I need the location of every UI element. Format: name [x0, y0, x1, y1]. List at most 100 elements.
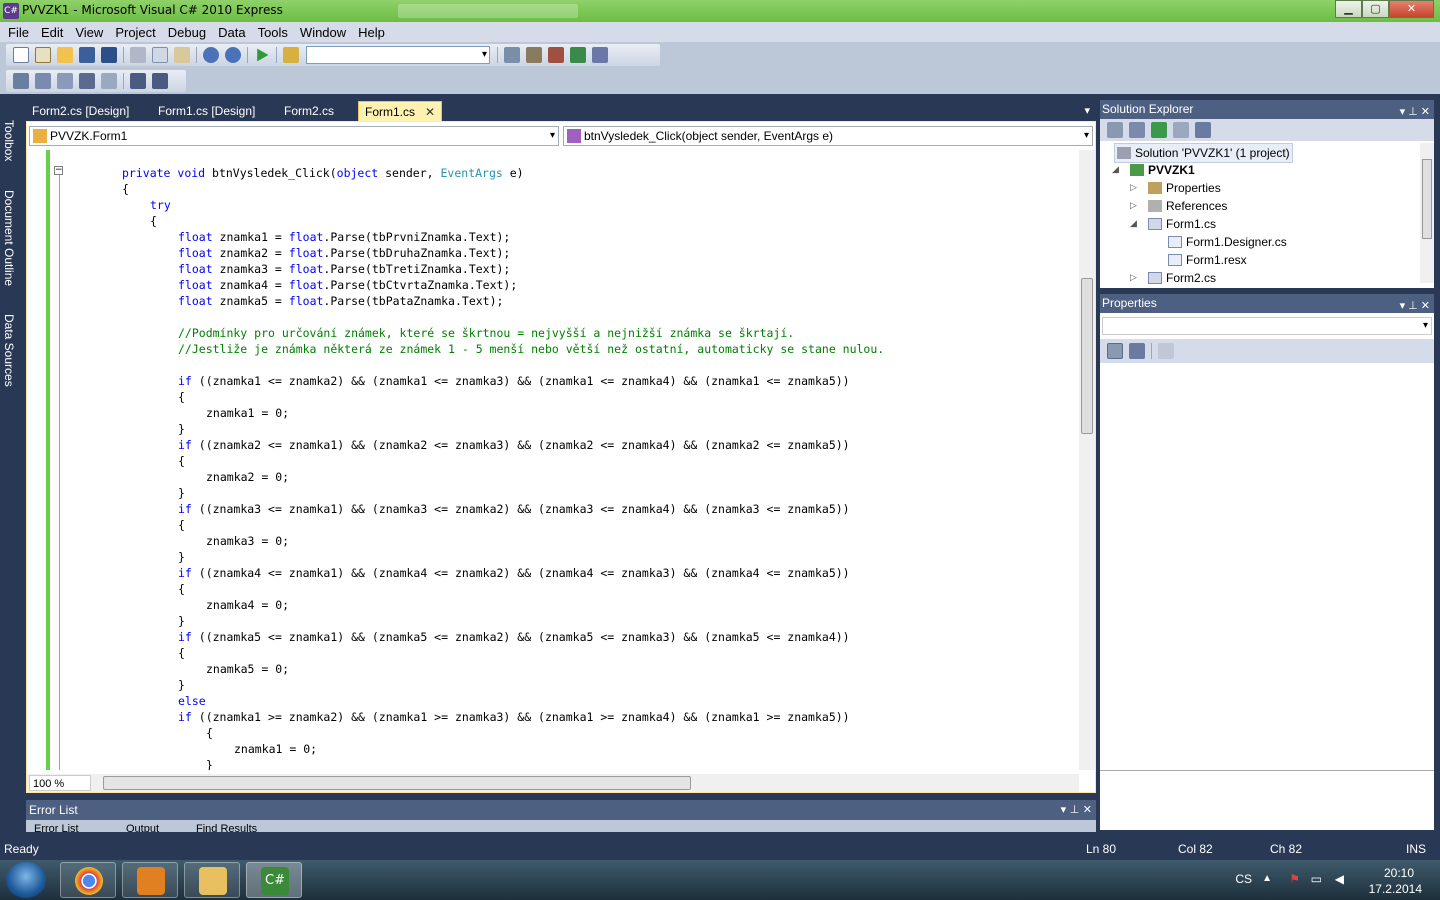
pane-buttons[interactable]: ▾ ⊥ ✕ — [1400, 103, 1430, 122]
toolbox-icon[interactable] — [548, 47, 564, 63]
categorized-icon[interactable] — [1107, 343, 1123, 359]
menu-edit[interactable]: Edit — [35, 25, 69, 40]
menu-debug[interactable]: Debug — [162, 25, 212, 40]
code-line[interactable]: private void btnVysledek_Click(object se… — [122, 165, 524, 181]
toolbox-tab[interactable]: Toolbox — [2, 120, 16, 161]
find-combo[interactable] — [306, 46, 490, 64]
code-line[interactable]: //Podmínky pro určování známek, které se… — [178, 325, 794, 341]
pane-buttons[interactable]: ▾ ⊥ ✕ — [1061, 803, 1092, 816]
tab-form2-design[interactable]: Form2.cs [Design] — [26, 101, 135, 121]
code-line[interactable]: } — [178, 549, 185, 565]
view-designer-icon[interactable] — [1195, 122, 1211, 138]
undo-icon[interactable] — [203, 47, 219, 63]
tree-node-form1[interactable]: Form1.cs — [1148, 215, 1216, 233]
code-line[interactable]: //Jestliže je známka některá ze známek 1… — [178, 341, 884, 357]
solution-explorer-icon[interactable] — [504, 47, 520, 63]
tab-find-results[interactable]: Find Results — [196, 820, 257, 832]
menu-help[interactable]: Help — [352, 25, 391, 40]
action-center-icon[interactable]: ⚑ — [1289, 872, 1300, 886]
code-line[interactable]: { — [178, 645, 185, 661]
menu-view[interactable]: View — [69, 25, 109, 40]
properties-icon[interactable] — [1129, 122, 1145, 138]
minimize-button[interactable]: ▁ — [1335, 0, 1362, 18]
extension-manager-icon[interactable] — [592, 47, 608, 63]
tree-node-properties[interactable]: Properties — [1148, 179, 1221, 197]
collapsed-triangle-icon[interactable]: ▷ — [1130, 183, 1137, 193]
parameter-info-icon[interactable] — [35, 73, 51, 89]
taskbar-visual-csharp[interactable]: C# — [246, 862, 302, 898]
clock-time[interactable]: 20:10 — [1384, 866, 1414, 880]
taskbar-chrome[interactable] — [60, 862, 116, 898]
code-line[interactable]: znamka1 = 0; — [234, 741, 317, 757]
menu-file[interactable]: File — [2, 25, 35, 40]
scroll-thumb[interactable] — [1081, 278, 1093, 434]
alphabetical-icon[interactable] — [1129, 343, 1145, 359]
code-line[interactable]: znamka2 = 0; — [206, 469, 289, 485]
language-indicator[interactable]: CS — [1235, 872, 1252, 886]
code-line[interactable]: float znamka2 = float.Parse(tbDruhaZnamk… — [178, 245, 510, 261]
close-button[interactable]: ✕ — [1389, 0, 1434, 18]
code-line[interactable]: { — [150, 213, 157, 229]
scroll-thumb[interactable] — [1422, 159, 1432, 239]
uncomment-lines-icon[interactable] — [152, 73, 168, 89]
code-line[interactable]: float znamka3 = float.Parse(tbTretiZnamk… — [178, 261, 510, 277]
code-line[interactable]: znamka3 = 0; — [206, 533, 289, 549]
network-icon[interactable]: ▭ — [1311, 872, 1322, 886]
start-debugging-icon[interactable] — [257, 48, 269, 62]
clock-date[interactable]: 17.2.2014 — [1369, 882, 1422, 896]
taskbar-media-player[interactable] — [122, 862, 178, 898]
taskbar-explorer[interactable] — [184, 862, 240, 898]
code-line[interactable]: znamka5 = 0; — [206, 661, 289, 677]
tab-form1-design[interactable]: Form1.cs [Design] — [152, 101, 261, 121]
menu-tools[interactable]: Tools — [252, 25, 294, 40]
code-line[interactable]: float znamka5 = float.Parse(tbPataZnamka… — [178, 293, 503, 309]
view-code-icon[interactable] — [1173, 122, 1189, 138]
start-page-icon[interactable] — [570, 47, 586, 63]
vertical-scrollbar[interactable] — [1079, 150, 1095, 770]
redo-icon[interactable] — [225, 47, 241, 63]
tab-form1-cs[interactable]: Form1.cs ✕ — [358, 101, 443, 121]
code-line[interactable]: { — [178, 581, 185, 597]
menu-window[interactable]: Window — [294, 25, 352, 40]
code-area[interactable]: − private void btnVysledek_Click(object … — [27, 150, 1079, 770]
add-item-icon[interactable] — [35, 47, 51, 63]
start-button[interactable] — [6, 862, 46, 898]
code-line[interactable]: { — [206, 725, 213, 741]
find-in-files-icon[interactable] — [283, 47, 299, 63]
code-line[interactable]: { — [178, 389, 185, 405]
refresh-icon[interactable] — [1151, 122, 1167, 138]
tab-form2-cs[interactable]: Form2.cs — [278, 101, 340, 121]
code-line[interactable]: else — [178, 693, 206, 709]
pane-buttons[interactable]: ▾ ⊥ ✕ — [1400, 297, 1430, 316]
new-project-icon[interactable] — [13, 47, 29, 63]
tab-error-list[interactable]: Error List — [34, 820, 79, 832]
code-line[interactable]: { — [122, 181, 129, 197]
code-line[interactable]: } — [178, 677, 185, 693]
tree-node-form2[interactable]: Form2.cs — [1148, 269, 1216, 287]
code-line[interactable]: { — [178, 453, 185, 469]
menu-data[interactable]: Data — [212, 25, 251, 40]
copy-icon[interactable] — [152, 47, 168, 63]
data-sources-tab[interactable]: Data Sources — [2, 314, 16, 387]
save-icon[interactable] — [79, 47, 95, 63]
code-line[interactable]: if ((znamka3 <= znamka1) && (znamka3 <= … — [178, 501, 850, 517]
collapse-icon[interactable]: − — [54, 166, 63, 175]
code-line[interactable]: if ((znamka5 <= znamka1) && (znamka5 <= … — [178, 629, 850, 645]
tree-node-form1-resx[interactable]: Form1.resx — [1168, 251, 1247, 269]
code-line[interactable]: } — [178, 421, 185, 437]
code-line[interactable]: if ((znamka2 <= znamka1) && (znamka2 <= … — [178, 437, 850, 453]
code-line[interactable]: if ((znamka1 <= znamka2) && (znamka1 <= … — [178, 373, 850, 389]
tree-node-references[interactable]: References — [1148, 197, 1227, 215]
code-line[interactable]: if ((znamka1 >= znamka2) && (znamka1 >= … — [178, 709, 850, 725]
document-outline-tab[interactable]: Document Outline — [2, 190, 16, 286]
member-combo[interactable]: btnVysledek_Click(object sender, EventAr… — [563, 126, 1093, 146]
code-line[interactable]: } — [178, 613, 185, 629]
code-line[interactable]: znamka4 = 0; — [206, 597, 289, 613]
code-line[interactable]: } — [206, 757, 213, 770]
solution-scrollbar[interactable] — [1420, 143, 1434, 283]
show-hidden-icons-icon[interactable]: ▲ — [1262, 873, 1272, 884]
property-pages-icon[interactable] — [1158, 343, 1174, 359]
tab-output[interactable]: Output — [126, 820, 159, 832]
code-line[interactable]: float znamka1 = float.Parse(tbPrvniZnamk… — [178, 229, 510, 245]
properties-window-icon[interactable] — [526, 47, 542, 63]
